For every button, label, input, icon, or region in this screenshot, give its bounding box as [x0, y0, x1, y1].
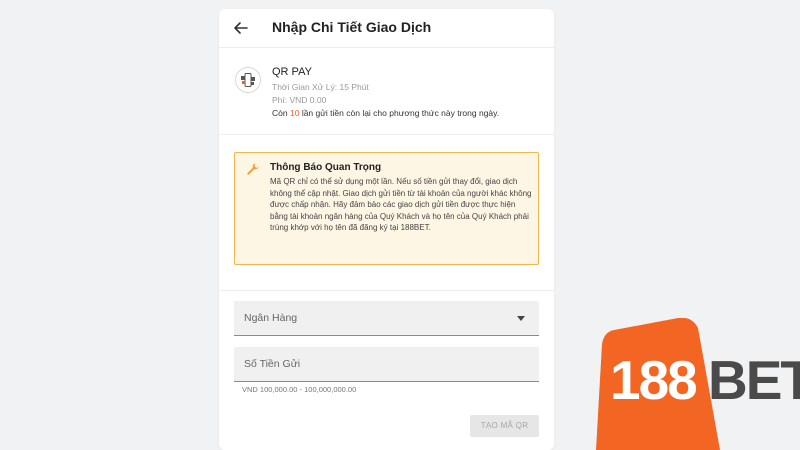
- arrow-left-icon[interactable]: [231, 18, 251, 38]
- processing-time: Thời Gian Xử Lý: 15 Phút: [272, 82, 369, 92]
- wrench-icon: [246, 162, 260, 176]
- important-notice: Thông Báo Quan Trọng Mã QR chỉ có thể sử…: [234, 152, 539, 265]
- deposit-card: Nhập Chi Tiết Giao Dịch QR PAY Thời Gian…: [219, 9, 554, 450]
- amount-input-label: Số Tiền Gửi: [244, 358, 301, 370]
- notice-body: Mã QR chỉ có thể sử dụng một lần. Nếu số…: [270, 177, 532, 232]
- notice-title: Thông Báo Quan Trọng: [270, 162, 382, 173]
- logo-text: BET: [708, 349, 800, 411]
- page-title: Nhập Chi Tiết Giao Dịch: [272, 19, 432, 35]
- method-name: QR PAY: [272, 66, 312, 78]
- bank-select-label: Ngân Hàng: [244, 312, 298, 324]
- remaining-prefix: Còn: [272, 108, 288, 118]
- create-qr-button[interactable]: TẠO MÃ QR: [470, 415, 539, 437]
- header: Nhập Chi Tiết Giao Dịch: [219, 9, 554, 48]
- amount-input[interactable]: Số Tiền Gửi: [234, 347, 539, 382]
- remaining-deposits: Còn 10 lần gửi tiền còn lại cho phương t…: [272, 108, 499, 118]
- remaining-suffix: lần gửi tiền còn lại cho phương thức này…: [301, 108, 500, 118]
- brand-logo: 188 BET: [596, 318, 800, 450]
- fee-text: Phí: VND 0.00: [272, 95, 327, 105]
- payment-method-info: QR PAY Thời Gian Xử Lý: 15 Phút Phí: VND…: [219, 49, 554, 135]
- section-divider: [219, 290, 554, 291]
- amount-hint: VND 100,000.00 - 100,000,000.00: [242, 385, 357, 394]
- qr-phone-icon: [235, 67, 261, 93]
- bank-select[interactable]: Ngân Hàng: [234, 301, 539, 336]
- caret-down-icon: [517, 316, 525, 321]
- remaining-count: 10: [289, 108, 300, 118]
- logo-number: 188: [610, 349, 698, 411]
